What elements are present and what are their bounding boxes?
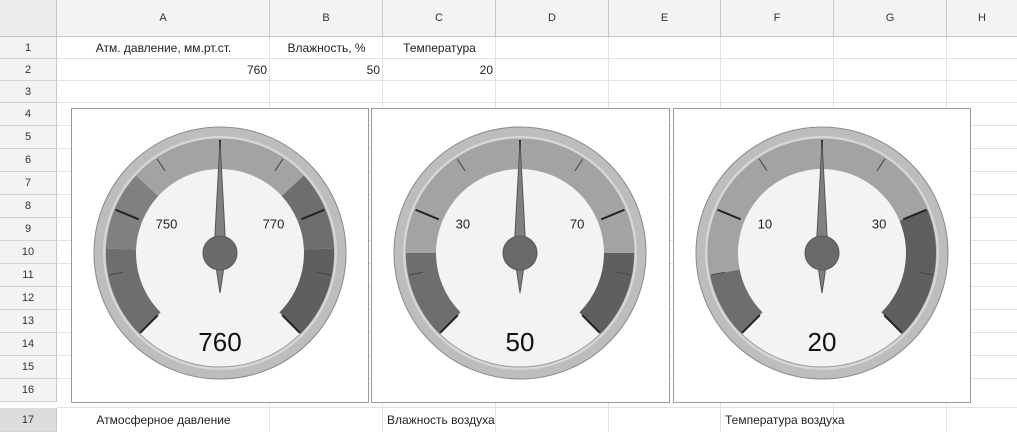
row-header-1[interactable]: 1 — [0, 37, 57, 59]
column-header-h[interactable]: H — [947, 0, 1017, 37]
gauge-chart-pressure[interactable]: 750 770 760 — [71, 108, 369, 403]
row-header-11[interactable]: 11 — [0, 264, 57, 287]
grid-line — [57, 407, 1017, 408]
gauge-needle-hub — [502, 235, 538, 271]
column-header-d[interactable]: D — [496, 0, 609, 37]
row-header-4[interactable]: 4 — [0, 103, 57, 126]
cell-f17[interactable]: Температура воздуха — [721, 409, 947, 431]
gauge-scale-label: 30 — [456, 217, 470, 232]
gauge-value-label: 50 — [506, 327, 535, 357]
column-header-a[interactable]: A — [57, 0, 270, 37]
row-header-2[interactable]: 2 — [0, 59, 57, 81]
row-header-3[interactable]: 3 — [0, 81, 57, 103]
gauge-scale-label: 10 — [758, 217, 772, 232]
row-header-8[interactable]: 8 — [0, 195, 57, 218]
column-header-f[interactable]: F — [721, 0, 834, 37]
row-header-14[interactable]: 14 — [0, 333, 57, 356]
pressure-gauge: 750 770 760 — [93, 126, 347, 380]
humidity-gauge: 30 70 50 — [393, 126, 647, 380]
cell-c2[interactable]: 20 — [383, 59, 496, 81]
cell-a17[interactable]: Атмосферное давление — [57, 409, 270, 431]
gauge-scale-label: 770 — [263, 217, 285, 232]
row-header-16[interactable]: 16 — [0, 379, 57, 402]
select-all-corner[interactable] — [0, 0, 57, 37]
gauge-chart-humidity[interactable]: 30 70 50 — [371, 108, 670, 403]
temperature-gauge: 10 30 20 — [695, 126, 949, 380]
column-header-g[interactable]: G — [834, 0, 947, 37]
row-header-10[interactable]: 10 — [0, 241, 57, 264]
gauge-scale-label: 750 — [156, 217, 178, 232]
gauge-scale-label: 70 — [570, 217, 584, 232]
grid-line — [57, 102, 1017, 103]
gauge-scale-label: 30 — [872, 217, 886, 232]
row-header-9[interactable]: 9 — [0, 218, 57, 241]
column-header-c[interactable]: C — [383, 0, 496, 37]
cell-b1[interactable]: Влажность, % — [270, 37, 383, 59]
row-header-17[interactable]: 17 — [0, 408, 57, 432]
cell-b2[interactable]: 50 — [270, 59, 383, 81]
cell-c17[interactable]: Влажность воздуха — [383, 409, 609, 431]
column-header-b[interactable]: B — [270, 0, 383, 37]
cell-c1[interactable]: Температура — [383, 37, 496, 59]
cell-a1[interactable]: Атм. давление, мм.рт.ст. — [57, 37, 270, 59]
gauge-needle-hub — [804, 235, 840, 271]
row-header-13[interactable]: 13 — [0, 310, 57, 333]
gauge-needle-hub — [202, 235, 238, 271]
gauge-value-label: 20 — [808, 327, 837, 357]
cell-a2[interactable]: 760 — [57, 59, 270, 81]
row-header-5[interactable]: 5 — [0, 126, 57, 149]
spreadsheet: A B C D E F G H 1 2 3 4 5 6 7 8 9 10 11 … — [0, 0, 1017, 432]
gauge-value-label: 760 — [198, 327, 241, 357]
column-header-e[interactable]: E — [609, 0, 721, 37]
row-header-15[interactable]: 15 — [0, 356, 57, 379]
row-header-6[interactable]: 6 — [0, 149, 57, 172]
row-header-12[interactable]: 12 — [0, 287, 57, 310]
row-header-7[interactable]: 7 — [0, 172, 57, 195]
gauge-chart-temperature[interactable]: 10 30 20 — [673, 108, 971, 403]
